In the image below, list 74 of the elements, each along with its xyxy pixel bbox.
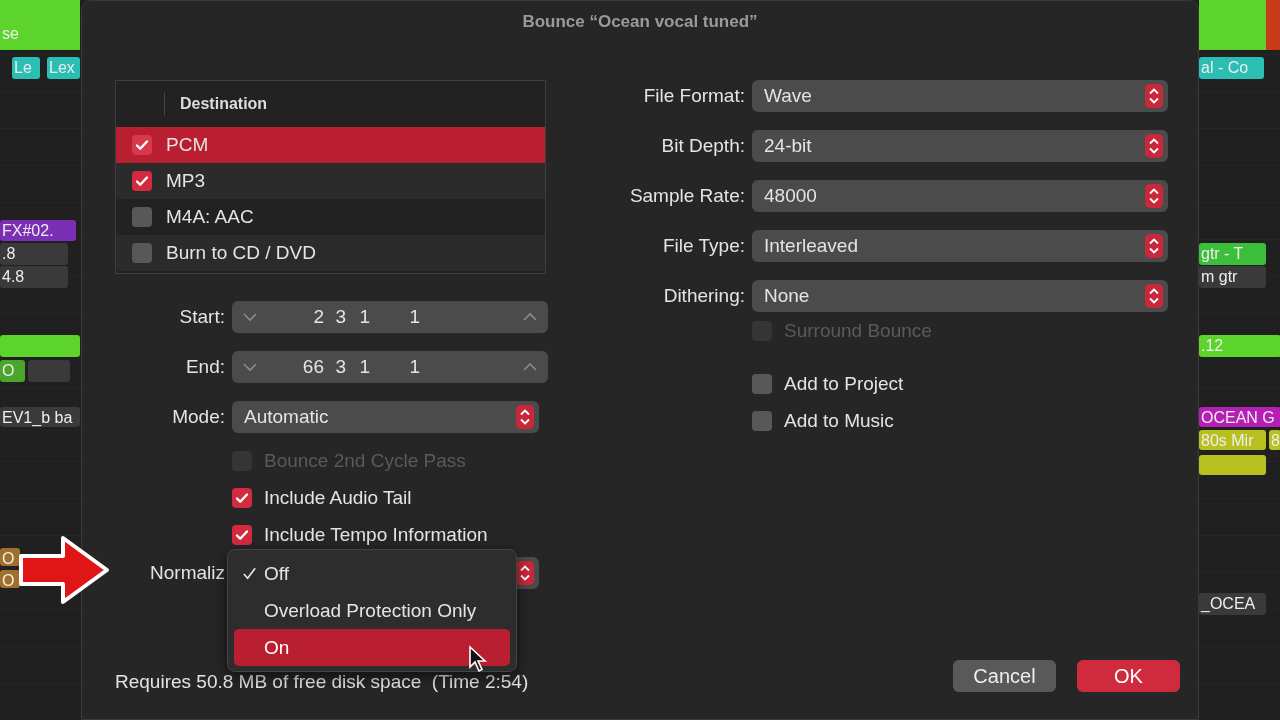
field-label: Start:: [178, 306, 226, 328]
format-dropdown[interactable]: Wave: [752, 80, 1168, 112]
track-region: m gtr: [1199, 266, 1266, 288]
track-region: se: [0, 0, 80, 50]
track-region: .8: [0, 243, 68, 265]
destination-label: Burn to CD / DVD: [166, 242, 316, 264]
destination-label: MP3: [166, 170, 206, 192]
checkbox[interactable]: [132, 135, 152, 155]
cursor-icon: [468, 645, 488, 673]
field-label: File Type:: [661, 235, 746, 257]
menu-item[interactable]: On: [234, 629, 510, 666]
track-region: Lex: [47, 57, 80, 79]
field-label: File Format:: [642, 85, 746, 107]
track-region: FX#02.: [0, 220, 76, 241]
field-label: Mode:: [171, 406, 226, 428]
updown-icon: [1145, 184, 1163, 208]
chevron-down-icon[interactable]: [242, 362, 258, 372]
destination-label: M4A: AAC: [166, 206, 254, 228]
checkbox-label: Include Tempo Information: [264, 523, 488, 546]
disk-space-note: Requires 50.8 MB of free disk space (Time 2:54): [115, 671, 530, 693]
track-region: O: [0, 570, 20, 588]
chevron-down-icon[interactable]: [242, 312, 258, 322]
track-region: _OCEA: [1199, 593, 1266, 615]
chevron-up-icon[interactable]: [522, 312, 538, 322]
chevron-up-icon[interactable]: [522, 362, 538, 372]
updown-icon: [516, 405, 534, 429]
checkbox[interactable]: [132, 207, 152, 227]
column-header: Destination: [179, 95, 268, 113]
mode-dropdown[interactable]: Automatic: [232, 401, 539, 433]
format-dropdown[interactable]: Interleaved: [752, 230, 1168, 262]
track-region: gtr - T: [1199, 243, 1266, 265]
checkbox[interactable]: [132, 243, 152, 263]
track-region: 8: [1269, 430, 1280, 450]
track-region: EV1_b ba: [0, 407, 80, 427]
updown-icon: [1145, 284, 1163, 308]
checkbox-label: Add to Music: [784, 409, 894, 432]
field-label: Dithering:: [662, 285, 746, 307]
checkbox[interactable]: [132, 171, 152, 191]
format-dropdown[interactable]: None: [752, 280, 1168, 312]
field-label: End:: [184, 356, 226, 378]
updown-icon: [1145, 234, 1163, 258]
track-region: 4.8: [0, 266, 68, 288]
checkbox[interactable]: [752, 410, 772, 431]
field-label: Bit Depth:: [660, 135, 746, 157]
ok-button[interactable]: OK: [1077, 660, 1180, 692]
track-region: 80s Mir: [1199, 430, 1266, 450]
position-field[interactable]: 66 3 1 1: [232, 351, 548, 383]
updown-icon: [1145, 134, 1163, 158]
checkbox-label: Include Audio Tail: [264, 486, 412, 509]
track-region: .12: [1199, 335, 1280, 357]
checkbox[interactable]: [232, 487, 252, 508]
checkbox[interactable]: [232, 524, 252, 545]
destination-row[interactable]: MP3: [116, 163, 545, 199]
cancel-button[interactable]: Cancel: [953, 660, 1056, 692]
destination-row[interactable]: PCM: [116, 127, 545, 163]
destination-row[interactable]: M4A: AAC: [116, 199, 545, 235]
updown-icon: [1145, 84, 1163, 108]
destination-row[interactable]: Burn to CD / DVD: [116, 235, 545, 271]
field-label: Sample Rate:: [628, 185, 746, 207]
checkbox-label: Add to Project: [784, 372, 904, 395]
position-field[interactable]: 2 3 1 1: [232, 301, 548, 333]
field-label: Normaliz: [149, 562, 226, 584]
menu-item[interactable]: Overload Protection Only: [234, 592, 510, 629]
window-title: Bounce “Ocean vocal tuned”: [522, 12, 758, 32]
format-dropdown[interactable]: 24-bit: [752, 130, 1168, 162]
track-region: al - Co: [1199, 57, 1264, 79]
checkbox[interactable]: [752, 373, 772, 394]
menu-item[interactable]: Off: [234, 555, 510, 592]
track-region: OCEAN G: [1199, 407, 1280, 427]
destination-label: PCM: [166, 134, 209, 156]
format-dropdown[interactable]: 48000: [752, 180, 1168, 212]
track-region: O: [0, 360, 25, 382]
track-region: O: [0, 548, 20, 566]
track-region: Le: [12, 57, 40, 79]
